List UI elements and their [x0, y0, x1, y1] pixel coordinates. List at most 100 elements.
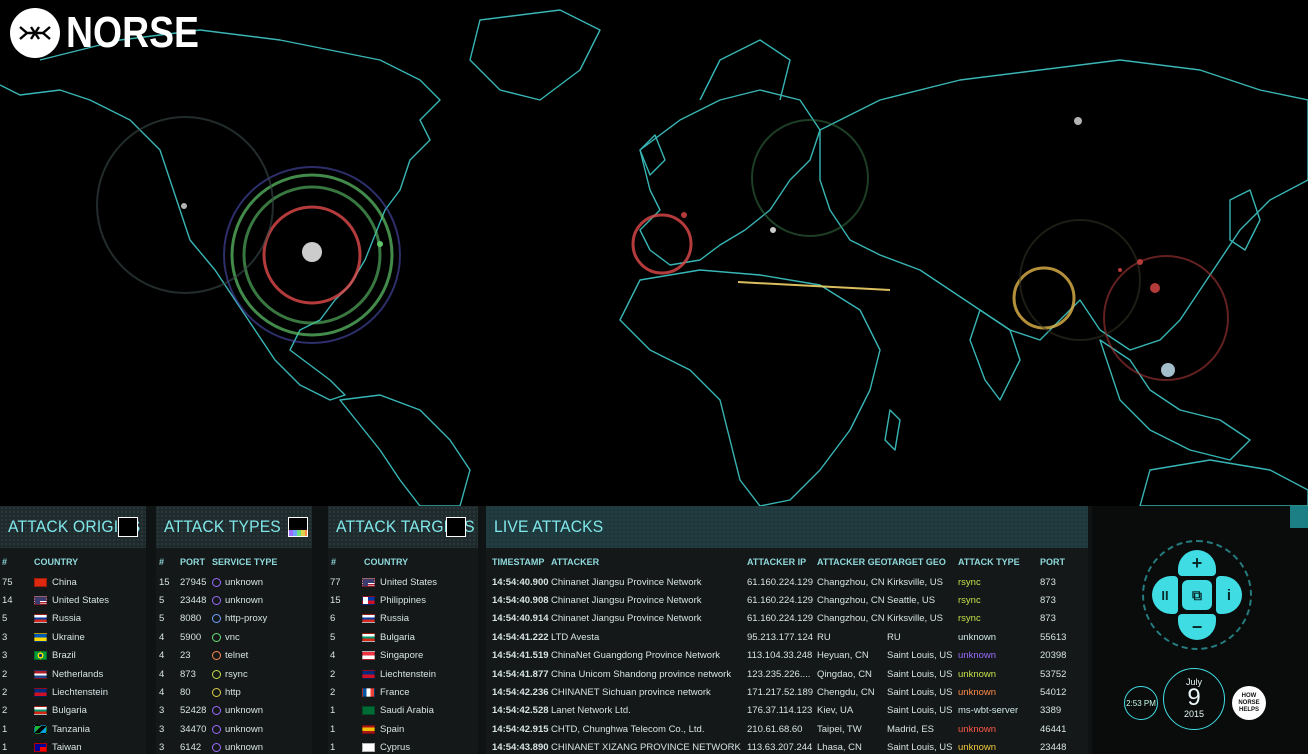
row-service: http-proxy [212, 613, 308, 624]
row-port: 23 [180, 650, 191, 662]
type-row[interactable]: 5 8080 http-proxy [156, 610, 312, 628]
target-row[interactable]: 15 Philippines [328, 591, 478, 609]
live-attack-row[interactable]: 14:54:43.890 CHINANET XIZANG PROVINCE NET… [486, 739, 1088, 754]
row-attacker-geo: Chengdu, CN [817, 687, 875, 699]
origin-row[interactable]: 14 United States [0, 591, 146, 609]
row-count: 5 [159, 595, 165, 607]
row-service: rsync [212, 669, 308, 680]
row-port: 873 [1040, 613, 1056, 625]
row-attacker: CHINANET Sichuan province network [551, 687, 711, 699]
live-attack-row[interactable]: 14:54:42.528 Lanet Network Ltd. 176.37.114… [486, 702, 1088, 720]
flag-icon [34, 614, 47, 624]
country-name: Saudi Arabia [380, 705, 434, 717]
country-name: China [52, 576, 77, 588]
service-name: vnc [225, 631, 240, 643]
bottom-panels: ATTACK ORIGINS # COUNTRY 75 China 14 United… [0, 506, 1308, 754]
live-attack-row[interactable]: 14:54:41.519 ChinaNet Guangdong Province … [486, 647, 1088, 665]
row-attacker: Chinanet Jiangsu Province Network [551, 576, 702, 588]
point-us-east [377, 241, 383, 247]
row-attacker-geo: Heyuan, CN [817, 650, 869, 662]
origin-row[interactable]: 2 Bulgaria [0, 702, 146, 720]
origin-row[interactable]: 3 Brazil [0, 647, 146, 665]
row-service: unknown [212, 595, 308, 606]
row-count: 4 [159, 668, 165, 680]
live-attack-row[interactable]: 14:54:41.877 China Unicom Shandong provin… [486, 665, 1088, 683]
row-attack-type: unknown [958, 650, 997, 662]
service-color-icon [212, 596, 221, 606]
navigation-pad: + − II i ⧉ [1142, 540, 1252, 650]
row-count: 1 [2, 742, 8, 754]
country-name: Singapore [380, 650, 424, 662]
flag-icon [34, 743, 47, 753]
row-attacker-ip: 176.37.114.123 [747, 705, 813, 717]
flag-icon [362, 743, 375, 753]
service-color-icon [212, 706, 221, 716]
how-norse-helps-button[interactable]: HOW NORSE HELPS [1232, 686, 1266, 720]
row-attacker-geo: RU [817, 631, 831, 643]
row-country: Russia [362, 613, 472, 624]
row-count: 4 [330, 650, 336, 662]
live-attack-row[interactable]: 14:54:40.908 Chinanet Jiangsu Province Ne… [486, 591, 1088, 609]
origin-row[interactable]: 2 Liechtenstein [0, 683, 146, 701]
origin-row[interactable]: 75 China [0, 573, 146, 591]
service-legend-icon[interactable] [288, 517, 308, 537]
row-attack-type: rsync [958, 576, 981, 588]
row-attacker-ip: 171.217.52.189 [747, 687, 814, 699]
live-attack-row[interactable]: 14:54:42.915 CHTD, Chunghwa Telecom Co., … [486, 720, 1088, 738]
row-attacker: ChinaNet Guangdong Province Network [551, 650, 720, 662]
origin-row[interactable]: 1 Taiwan [0, 739, 146, 754]
type-row[interactable]: 4 23 telnet [156, 647, 312, 665]
type-row[interactable]: 4 873 rsync [156, 665, 312, 683]
service-name: unknown [225, 705, 264, 717]
toggle-icon[interactable] [446, 517, 466, 537]
type-row[interactable]: 3 6142 unknown [156, 739, 312, 754]
origin-row[interactable]: 2 Netherlands [0, 665, 146, 683]
norse-wordmark: NORSE [66, 8, 200, 57]
country-name: Russia [52, 613, 82, 625]
type-row[interactable]: 3 34470 unknown [156, 720, 312, 738]
col-target-geo: TARGET GEO [887, 557, 946, 567]
row-count: 75 [2, 576, 13, 588]
toggle-icon[interactable] [118, 517, 138, 537]
type-row[interactable]: 3 52428 unknown [156, 702, 312, 720]
row-country: Liechtenstein [362, 669, 472, 680]
target-row[interactable]: 2 France [328, 683, 478, 701]
target-row[interactable]: 5 Bulgaria [328, 628, 478, 646]
target-row[interactable]: 77 United States [328, 573, 478, 591]
live-attack-row[interactable]: 14:54:41.222 LTD Avesta 95.213.177.124 RU RU… [486, 628, 1088, 646]
attack-map[interactable]: NORSE [0, 0, 1308, 507]
target-row[interactable]: 1 Spain [328, 720, 478, 738]
panel-toggle-button[interactable] [1290, 506, 1308, 528]
origin-row[interactable]: 5 Russia [0, 610, 146, 628]
type-row[interactable]: 4 80 http [156, 683, 312, 701]
attack-targets-panel: ATTACK TARGETS # COUNTRY 77 United States… [328, 506, 478, 754]
norse-logo[interactable]: NORSE [10, 8, 222, 58]
row-count: 5 [159, 613, 165, 625]
target-row[interactable]: 6 Russia [328, 610, 478, 628]
country-name: Bulgaria [52, 705, 87, 717]
fullscreen-button[interactable]: ⧉ [1182, 580, 1212, 610]
service-name: unknown [225, 723, 264, 735]
live-attack-row[interactable]: 14:54:40.914 Chinanet Jiangsu Province Ne… [486, 610, 1088, 628]
type-row[interactable]: 5 23448 unknown [156, 591, 312, 609]
live-attack-row[interactable]: 14:54:42.236 CHINANET Sichuan province ne… [486, 683, 1088, 701]
japan-outline [1229, 189, 1261, 251]
row-attacker-ip: 113.104.33.248 [747, 650, 813, 662]
row-target-geo: RU [887, 631, 901, 643]
target-row[interactable]: 1 Saudi Arabia [328, 702, 478, 720]
country-name: United States [52, 595, 110, 607]
row-attack-type: unknown [958, 668, 997, 680]
type-row[interactable]: 15 27945 unknown [156, 573, 312, 591]
country-name: Russia [380, 613, 410, 625]
target-row[interactable]: 2 Liechtenstein [328, 665, 478, 683]
target-row[interactable]: 4 Singapore [328, 647, 478, 665]
row-attacker: CHTD, Chunghwa Telecom Co., Ltd. [551, 723, 705, 735]
target-row[interactable]: 1 Cyprus [328, 739, 478, 754]
row-port: 20398 [1040, 650, 1067, 662]
row-attacker-geo: Changzhou, CN [817, 595, 885, 607]
row-port: 8080 [180, 613, 202, 625]
origin-row[interactable]: 1 Tanzania [0, 720, 146, 738]
type-row[interactable]: 4 5900 vnc [156, 628, 312, 646]
origin-row[interactable]: 3 Ukraine [0, 628, 146, 646]
live-attack-row[interactable]: 14:54:40.900 Chinanet Jiangsu Province Ne… [486, 573, 1088, 591]
